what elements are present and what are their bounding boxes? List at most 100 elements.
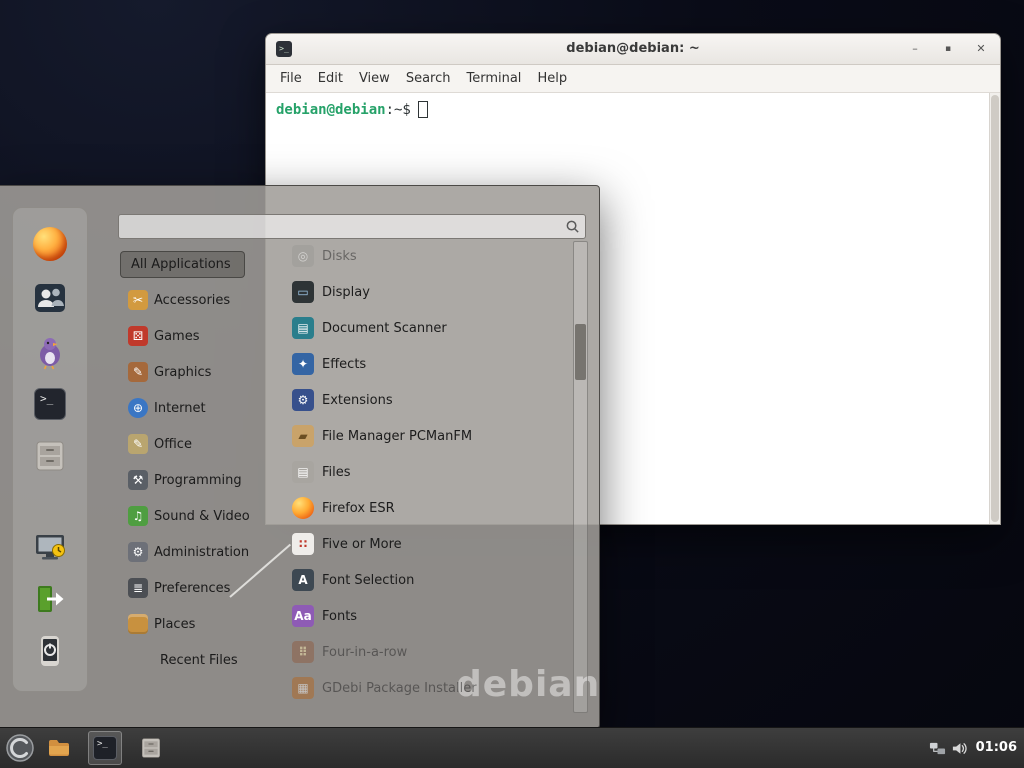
prompt-path: :~$: [386, 102, 411, 118]
menu-edit[interactable]: Edit: [310, 71, 351, 86]
minimize-button[interactable]: –: [902, 34, 928, 64]
menu-terminal[interactable]: Terminal: [458, 71, 529, 86]
taskbar: >_ 01:06: [0, 727, 1024, 768]
users-icon: [32, 280, 68, 316]
five-or-more-icon: ∷: [292, 533, 314, 555]
file-cabinet-icon: [32, 438, 68, 474]
terminal-icon: >_: [93, 736, 117, 760]
session-lock-screen[interactable]: [31, 528, 69, 566]
terminal-scrollbar[interactable]: [989, 93, 1000, 524]
places-folder-icon: [128, 614, 148, 634]
gdebi-icon: ▦: [292, 677, 314, 699]
favorites-panel: >_: [12, 207, 88, 692]
category-administration[interactable]: ⚙ Administration: [120, 534, 272, 570]
app-item-effects[interactable]: ✦ Effects: [278, 346, 574, 382]
prompt-user-host: debian@debian: [276, 102, 386, 118]
app-item-gdebi-package-installer[interactable]: ▦ GDebi Package Installer: [278, 670, 574, 706]
lock-screen-icon: [32, 529, 68, 565]
menu-search[interactable]: Search: [398, 71, 459, 86]
menu-help[interactable]: Help: [529, 71, 575, 86]
category-recent-files[interactable]: Recent Files: [120, 642, 272, 678]
app-item-display[interactable]: ▭ Display: [278, 274, 574, 310]
menu-search-box[interactable]: [118, 214, 586, 239]
app-list-scrollbar-thumb[interactable]: [575, 324, 586, 380]
favorite-firefox[interactable]: [31, 225, 69, 263]
applications-menu: debian >_: [0, 185, 600, 729]
games-icon: ⚄: [128, 326, 148, 346]
terminal-titlebar[interactable]: >_ debian@debian: ~ – ▪ ✕: [266, 34, 1000, 65]
favorite-terminal[interactable]: >_: [31, 385, 69, 423]
fonts-icon: Aa: [292, 605, 314, 627]
terminal-icon: >_: [34, 388, 66, 420]
maximize-button[interactable]: ▪: [935, 34, 961, 64]
category-sound-video[interactable]: ♫ Sound & Video: [120, 498, 272, 534]
session-shut-down[interactable]: [31, 632, 69, 670]
category-games[interactable]: ⚄ Games: [120, 318, 272, 354]
sound-video-icon: ♫: [128, 506, 148, 526]
taskbar-files-button[interactable]: [134, 731, 168, 765]
files-icon: ▤: [292, 461, 314, 483]
category-accessories[interactable]: ✂ Accessories: [120, 282, 272, 318]
category-list: All Applications ✂ Accessories ⚄ Games ✎…: [120, 246, 272, 678]
app-item-four-in-a-row[interactable]: ⠿ Four-in-a-row: [278, 634, 574, 670]
network-icon[interactable]: [929, 740, 946, 757]
internet-icon: ⊕: [128, 398, 148, 418]
session-log-out[interactable]: [31, 580, 69, 618]
administration-icon: ⚙: [128, 542, 148, 562]
category-all-applications[interactable]: All Applications: [120, 246, 272, 282]
app-item-disks[interactable]: ◎ Disks: [278, 238, 574, 274]
firefox-icon: [33, 227, 67, 261]
window-title: debian@debian: ~: [266, 34, 1000, 64]
terminal-scrollbar-thumb[interactable]: [991, 95, 999, 522]
file-cabinet-icon: [139, 736, 163, 760]
menu-view[interactable]: View: [351, 71, 398, 86]
taskbar-terminal-button[interactable]: >_: [88, 731, 122, 765]
category-internet[interactable]: ⊕ Internet: [120, 390, 272, 426]
app-item-font-selection[interactable]: A Font Selection: [278, 562, 574, 598]
accessories-icon: ✂: [128, 290, 148, 310]
favorite-pidgin[interactable]: [31, 333, 69, 371]
shell-prompt: debian@debian:~$: [276, 101, 428, 118]
extensions-icon: ⚙: [292, 389, 314, 411]
shut-down-icon: [32, 633, 68, 669]
favorite-file-manager[interactable]: [31, 437, 69, 475]
font-selection-icon: A: [292, 569, 314, 591]
firefox-esr-icon: [292, 497, 314, 519]
app-item-extensions[interactable]: ⚙ Extensions: [278, 382, 574, 418]
search-input[interactable]: [123, 216, 562, 237]
display-icon: ▭: [292, 281, 314, 303]
cinnamon-logo-icon: [6, 734, 34, 762]
menu-file[interactable]: File: [272, 71, 310, 86]
volume-icon[interactable]: [951, 740, 968, 757]
text-cursor: [418, 101, 428, 118]
app-list-scrollbar[interactable]: [573, 241, 588, 713]
category-graphics[interactable]: ✎ Graphics: [120, 354, 272, 390]
folder-icon: [47, 736, 71, 760]
four-in-a-row-icon: ⠿: [292, 641, 314, 663]
graphics-icon: ✎: [128, 362, 148, 382]
document-scanner-icon: ▤: [292, 317, 314, 339]
close-button[interactable]: ✕: [968, 34, 994, 64]
pcmanfm-icon: ▰: [292, 425, 314, 447]
app-item-fonts[interactable]: Aa Fonts: [278, 598, 574, 634]
log-out-icon: [32, 581, 68, 617]
menu-button[interactable]: [6, 734, 34, 762]
category-programming[interactable]: ⚒ Programming: [120, 462, 272, 498]
app-item-file-manager-pcmanfm[interactable]: ▰ File Manager PCManFM: [278, 418, 574, 454]
favorite-users-app[interactable]: [31, 279, 69, 317]
app-item-document-scanner[interactable]: ▤ Document Scanner: [278, 310, 574, 346]
terminal-menubar: File Edit View Search Terminal Help: [266, 65, 1000, 93]
pidgin-icon: [32, 334, 68, 370]
preferences-icon: ≣: [128, 578, 148, 598]
app-item-firefox-esr[interactable]: Firefox ESR: [278, 490, 574, 526]
application-list: ◎ Disks ▭ Display ▤ Document Scanner ✦ E…: [278, 238, 574, 706]
selected-category-highlight: All Applications: [120, 251, 245, 278]
disks-icon: ◎: [292, 245, 314, 267]
app-item-five-or-more[interactable]: ∷ Five or More: [278, 526, 574, 562]
category-office[interactable]: ✎ Office: [120, 426, 272, 462]
app-item-files[interactable]: ▤ Files: [278, 454, 574, 490]
clock[interactable]: 01:06: [976, 728, 1017, 768]
category-places[interactable]: Places: [120, 606, 272, 642]
category-preferences[interactable]: ≣ Preferences: [120, 570, 272, 606]
taskbar-file-manager-button[interactable]: [42, 731, 76, 765]
